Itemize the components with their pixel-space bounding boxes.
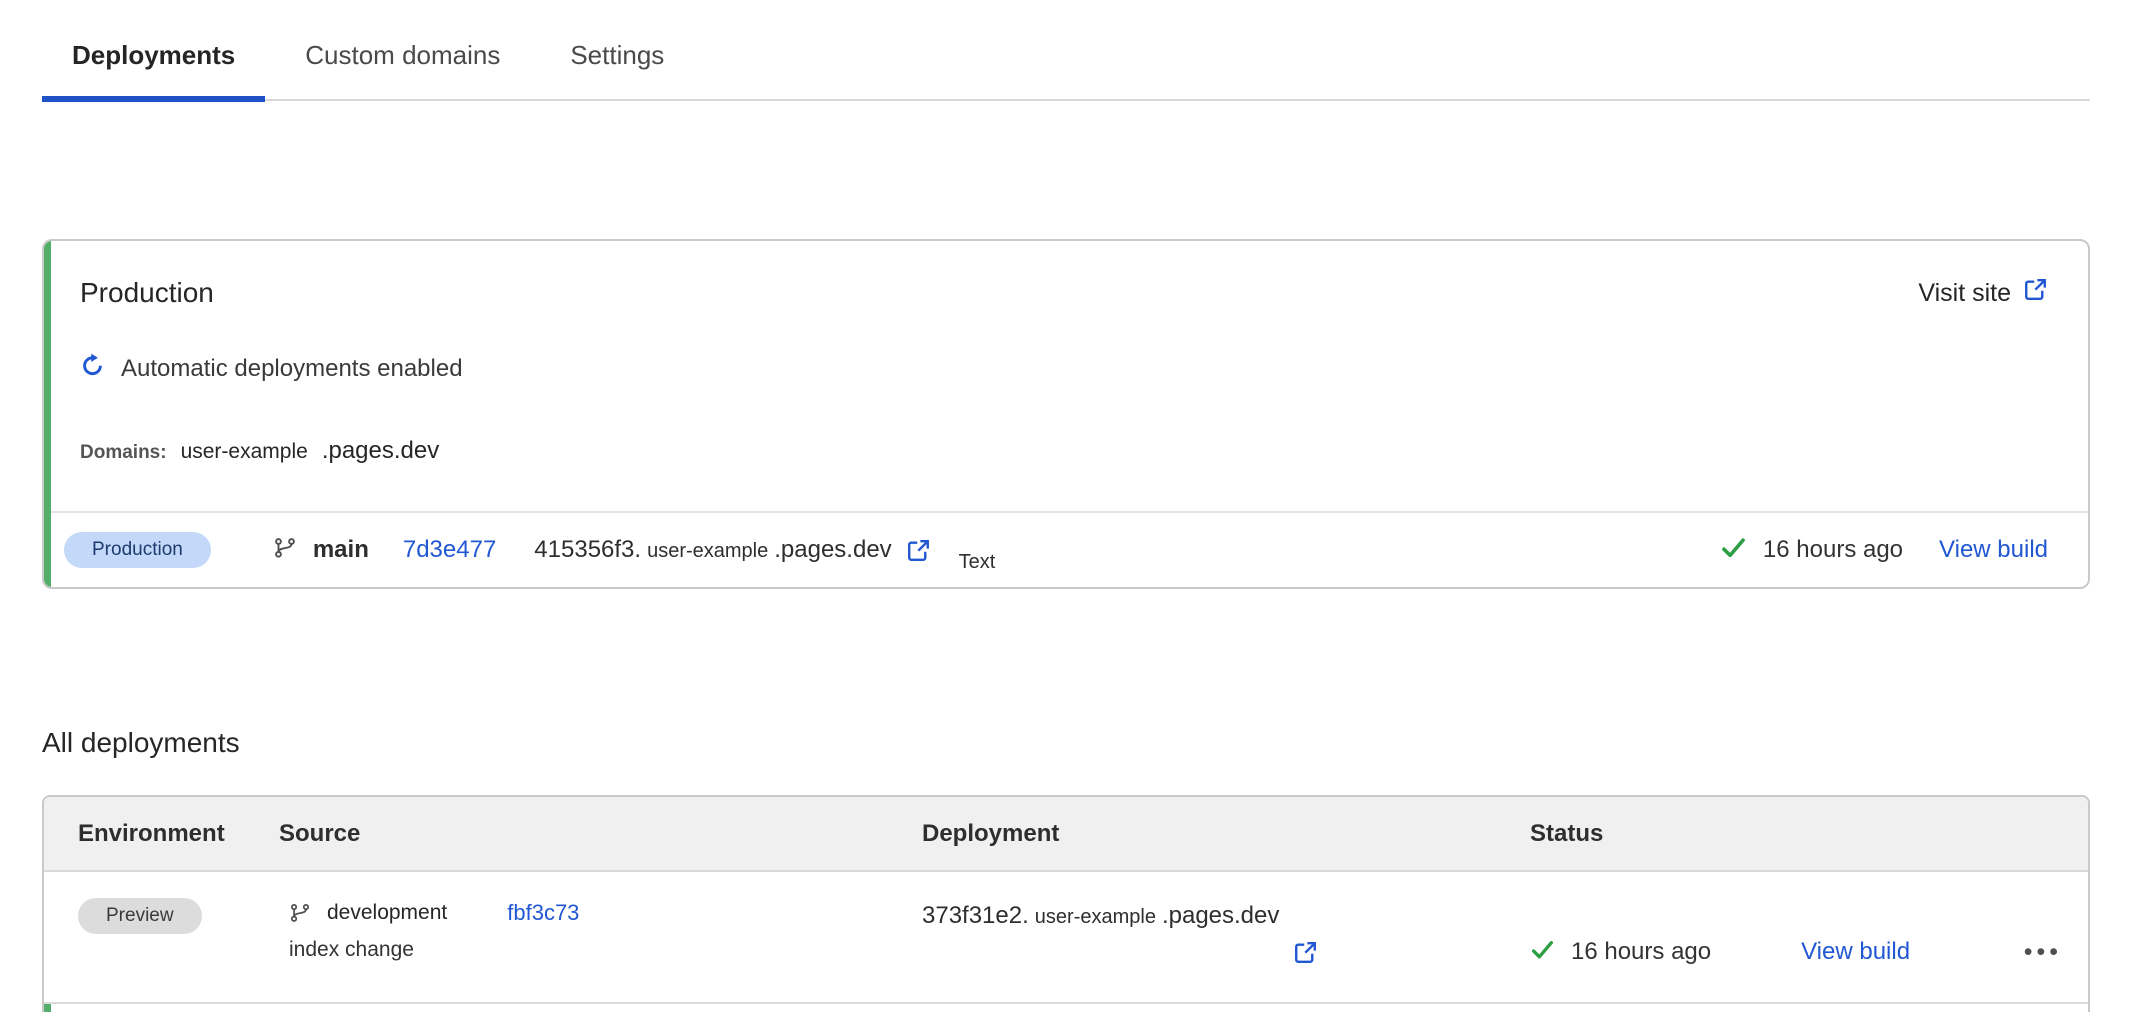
deployment-url-prefix: 415356f3. [534,536,641,564]
commit-link[interactable]: 7d3e477 [403,536,496,564]
column-header-deployment: Deployment [922,820,1530,848]
deployment-url-prefix: 373f31e2. [922,902,1029,930]
column-header-source: Source [279,820,922,848]
tab-bar: Deployments Custom domains Settings [42,0,2090,101]
production-card: Production Visit site Automa [42,239,2090,589]
branch-name: main [313,536,369,564]
open-deployment-icon[interactable] [1293,940,1318,965]
column-header-status: Status [1530,820,2088,848]
table-row-partial [44,1004,2088,1012]
tab-settings[interactable]: Settings [540,24,694,99]
open-deployment-icon[interactable] [906,538,931,563]
auto-deployments-status: Automatic deployments enabled [121,355,463,383]
domain-suffix: .pages.dev [322,437,439,465]
visit-site-link[interactable]: Visit site [1918,277,2048,309]
git-branch-icon [273,536,297,565]
tab-custom-domains[interactable]: Custom domains [275,24,530,99]
table-header-row: Environment Source Deployment Status [44,797,2088,872]
refresh-icon [80,353,105,385]
commit-message-note: Text [959,551,996,574]
success-check-icon [1720,534,1747,566]
git-branch-icon [289,902,311,924]
deployments-table: Environment Source Deployment Status Pre… [42,795,2090,1012]
deployment-url: 373f31e2. user-example .pages.dev [922,872,1530,1002]
domain-project-name: user-example [181,440,308,464]
all-deployments-heading: All deployments [42,727,2090,759]
commit-message: index change [289,938,922,962]
environment-badge-preview: Preview [78,898,202,934]
view-build-link[interactable]: View build [1801,938,1910,966]
deployment-url-project: user-example [647,540,768,563]
production-deployment-row: Production main 7d3e477 415356f3. user-e… [44,513,2088,587]
row-menu-button[interactable]: ••• [2024,940,2062,965]
external-link-icon [2023,277,2048,309]
table-row: Preview development fbf3c73 index change [44,872,2088,1004]
tab-deployments[interactable]: Deployments [42,24,265,99]
deployment-url-project: user-example [1035,906,1156,929]
domains-label: Domains: [80,442,167,464]
view-build-link[interactable]: View build [1939,536,2048,564]
success-check-icon [1530,937,1555,967]
deployment-url: 415356f3. user-example .pages.dev [534,536,930,564]
production-card-title: Production [80,277,214,309]
column-header-environment: Environment [78,820,279,848]
environment-badge-production: Production [64,532,211,568]
branch-name: development [327,901,447,925]
deployment-time: 16 hours ago [1763,536,1903,564]
deployment-url-suffix: .pages.dev [774,536,891,564]
deployment-url-suffix: .pages.dev [1162,902,1279,930]
visit-site-label: Visit site [1918,279,2011,308]
deployment-time: 16 hours ago [1571,938,1711,966]
commit-link[interactable]: fbf3c73 [507,900,579,926]
